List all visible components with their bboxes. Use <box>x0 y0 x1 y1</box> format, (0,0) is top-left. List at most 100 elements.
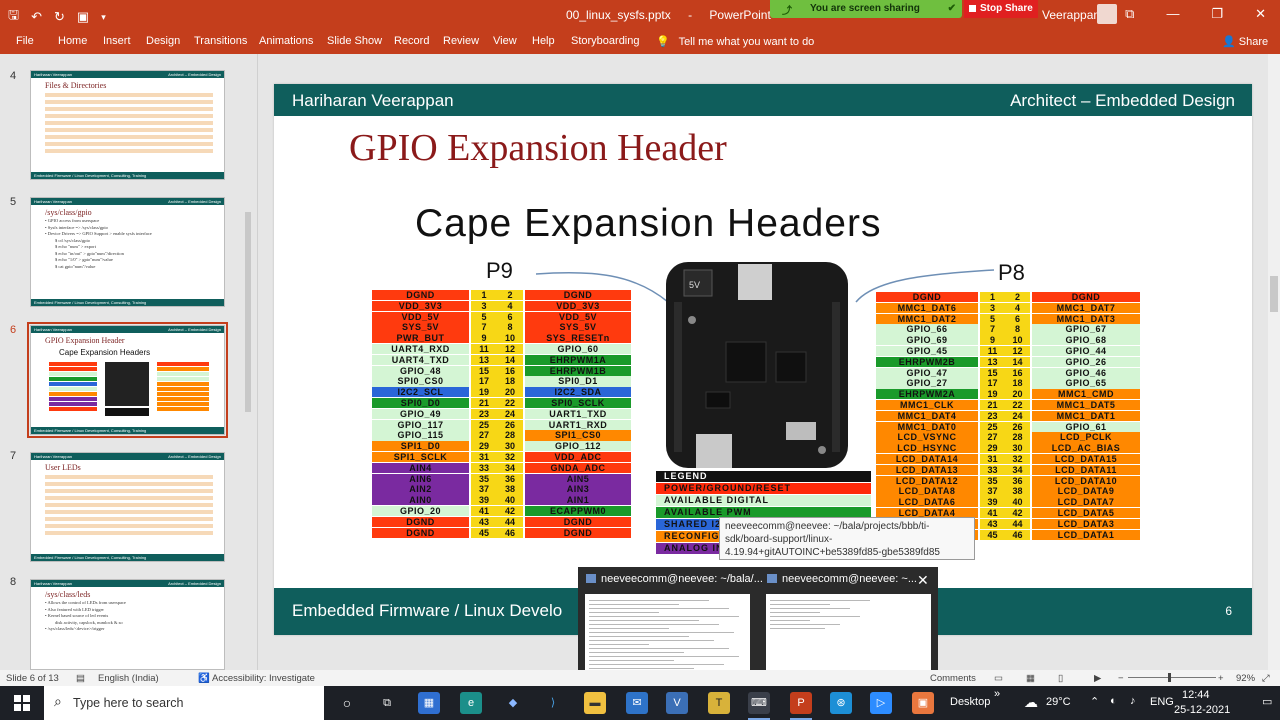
spellcheck-icon[interactable]: ▤ <box>76 673 85 684</box>
dropbox-icon[interactable]: ◆ <box>502 692 524 714</box>
clock-date[interactable]: 25-12-2021 <box>1174 704 1230 716</box>
tab-review[interactable]: Review <box>443 35 479 47</box>
pin-name-left: GPIO_117 <box>372 419 469 430</box>
maximize-icon[interactable]: ❐ <box>1211 6 1223 22</box>
comments-button[interactable]: Comments <box>930 673 976 684</box>
preview-close-icon[interactable]: ✕ <box>917 572 929 589</box>
tab-design[interactable]: Design <box>146 35 180 47</box>
slide-counter: Slide 6 of 13 <box>6 673 59 684</box>
pin-name-left: UART4_TXD <box>372 354 469 365</box>
reading-view-icon[interactable]: ▯ <box>1058 673 1063 684</box>
start-button[interactable] <box>14 695 30 711</box>
tab-transitions[interactable]: Transitions <box>194 35 247 47</box>
zoom-slider[interactable] <box>1128 677 1216 678</box>
stop-share-button[interactable]: Stop Share <box>964 0 1038 18</box>
task-view-icon[interactable]: ⧉ <box>376 692 398 714</box>
skype-icon[interactable]: ⊛ <box>830 692 852 714</box>
scrollbar-thumb[interactable] <box>1270 276 1278 312</box>
slide-thumbnail-5[interactable]: Hariharan Veerappan Architect – Embedded … <box>30 197 225 307</box>
pin-name-right: LCD_DATA1 <box>1032 529 1140 540</box>
redo-icon[interactable]: ↻ <box>54 9 65 25</box>
input-language[interactable]: ENG <box>1150 696 1174 708</box>
tab-slide-show[interactable]: Slide Show <box>327 35 382 47</box>
mail-icon[interactable]: ✉ <box>626 692 648 714</box>
pin-name-left: LCD_DATA13 <box>876 464 978 475</box>
slide-thumbnail-6[interactable]: Hariharan Veerappan Architect – Embedded … <box>27 322 228 438</box>
network-icon[interactable]: ◐ <box>1110 695 1117 707</box>
speaker-icon[interactable]: ♪ <box>1130 695 1136 707</box>
tab-record[interactable]: Record <box>394 35 429 47</box>
tab-home[interactable]: Home <box>58 35 87 47</box>
pin-number-odd: 1 <box>980 292 1005 303</box>
tab-file[interactable]: File <box>16 35 34 47</box>
slide-thumbnail-4[interactable]: Hariharan Veerappan Architect – Embedded … <box>30 70 225 180</box>
tab-storyboarding[interactable]: Storyboarding <box>571 35 640 47</box>
vscode-icon[interactable]: ⟩ <box>542 692 564 714</box>
zoom-icon[interactable]: ▷ <box>870 692 892 714</box>
slide-thumbnail-8[interactable]: Hariharan Veerappan Architect – Embedded … <box>30 579 225 670</box>
slideshow-icon[interactable]: ▣ <box>77 9 89 25</box>
pin-number-even: 44 <box>497 516 523 527</box>
tray-chevron-icon[interactable]: ⌃ <box>1090 695 1099 708</box>
store-icon[interactable]: ▦ <box>418 692 440 714</box>
zoom-out-icon[interactable]: − <box>1118 673 1124 684</box>
undo-icon[interactable]: ↶ <box>31 9 42 25</box>
ribbon-display-icon[interactable]: ⧉ <box>1125 6 1134 22</box>
customize-icon[interactable]: ▾ <box>101 12 106 23</box>
avatar[interactable] <box>1097 4 1117 24</box>
thumbnail-header: Hariharan Veerappan Architect – Embedded … <box>31 71 224 78</box>
desktop-toolbar[interactable]: Desktop <box>950 696 990 708</box>
terminal-app-icon[interactable]: ⌨ <box>748 692 770 720</box>
pin-name-left: GPIO_115 <box>372 430 469 441</box>
pin-number-odd: 1 <box>471 290 497 301</box>
app-icon[interactable]: ▣ <box>912 692 934 714</box>
slide-sorter-icon[interactable]: ▦ <box>1026 673 1035 684</box>
zoom-in-icon[interactable]: + <box>1218 673 1224 684</box>
editor-scrollbar[interactable] <box>1268 54 1280 670</box>
taskbar-preview-popup: neeveecomm@neevee: ~/bala/... neeveecomm… <box>578 567 938 685</box>
terminal-preview-2[interactable]: neeveecomm@neevee: ~... <box>759 567 937 685</box>
powerpoint-icon[interactable]: P <box>790 692 812 720</box>
tell-me-box[interactable]: 💡 Tell me what you want to do <box>656 35 814 48</box>
zoom-slider-thumb[interactable] <box>1168 673 1171 682</box>
cortana-icon[interactable]: ○ <box>336 692 358 714</box>
notification-icon[interactable]: ▭ <box>1262 695 1272 708</box>
accessibility-icon[interactable]: ♿ <box>198 673 210 684</box>
zoom-level[interactable]: 92% <box>1236 673 1255 684</box>
thumbnail-title: /sys/class/leds <box>45 590 91 599</box>
terminal-preview-1[interactable]: neeveecomm@neevee: ~/bala/... <box>578 567 763 685</box>
taskbar-search[interactable]: ⌕ Type here to search <box>44 686 324 720</box>
share-button[interactable]: 👤 Share <box>1222 35 1268 48</box>
weather-icon[interactable]: ☁ <box>1024 694 1038 711</box>
file-explorer-icon[interactable]: ▬ <box>584 692 606 714</box>
tab-insert[interactable]: Insert <box>103 35 131 47</box>
minimize-icon[interactable]: — <box>1166 6 1179 22</box>
language-indicator[interactable]: English (India) <box>98 673 159 684</box>
save-icon[interactable]: 🖫 <box>8 6 19 28</box>
pin-number-even: 34 <box>1005 464 1030 475</box>
pin-number-odd: 39 <box>471 495 497 506</box>
accessibility-status[interactable]: Accessibility: Investigate <box>212 673 315 684</box>
tab-help[interactable]: Help <box>532 35 555 47</box>
normal-view-icon[interactable]: ▭ <box>994 673 1003 684</box>
vs-icon[interactable]: V <box>666 692 688 714</box>
close-icon[interactable]: ✕ <box>1255 6 1266 22</box>
scrollbar-thumb[interactable] <box>245 212 251 412</box>
slide-title[interactable]: GPIO Expansion Header <box>349 126 727 170</box>
pin-number-even: 4 <box>1005 302 1030 313</box>
sticky-notes-icon[interactable]: T <box>708 692 730 714</box>
slideshow-view-icon[interactable]: ▶ <box>1094 673 1101 684</box>
slide-thumbnail-7[interactable]: Hariharan Veerappan Architect – Embedded … <box>30 452 225 562</box>
legend-item: AVAILABLE DIGITAL <box>656 495 871 506</box>
edge-icon[interactable]: e <box>460 692 482 714</box>
thumbnail-scrollbar[interactable] <box>244 62 252 662</box>
tab-animations[interactable]: Animations <box>259 35 313 47</box>
toolbar-expand-icon[interactable]: » <box>994 688 1000 700</box>
tab-view[interactable]: View <box>493 35 517 47</box>
fit-to-window-icon[interactable]: ⤢ <box>1262 673 1270 684</box>
user-name[interactable]: Veerappan <box>1042 8 1100 22</box>
clock-time[interactable]: 12:44 <box>1182 689 1210 701</box>
temperature[interactable]: 29°C <box>1046 696 1071 708</box>
pin-number-odd: 17 <box>980 378 1005 389</box>
pin-name-right: SPI0_SCLK <box>525 397 631 409</box>
